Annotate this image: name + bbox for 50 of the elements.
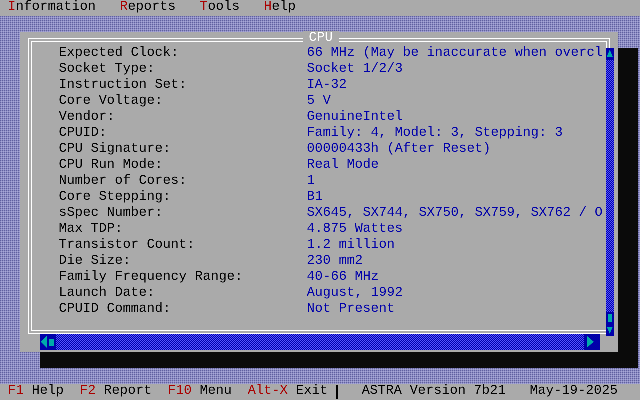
field-value: 00000433h (After Reset) bbox=[307, 142, 491, 158]
menu-item[interactable]: Tools bbox=[200, 0, 240, 16]
left-arrow-thumb-icon[interactable] bbox=[40, 334, 56, 350]
field-label: Family Frequency Range: bbox=[59, 270, 244, 286]
field-label: CPUID Command: bbox=[59, 302, 172, 318]
field-label: Core Stepping: bbox=[59, 190, 172, 206]
scroll-thumb-icon[interactable] bbox=[606, 312, 614, 324]
version-text: ASTRA Version 7b21 bbox=[362, 384, 506, 400]
field-value: 40-66 MHz bbox=[307, 270, 379, 286]
field-value: GenuineIntel bbox=[307, 110, 403, 126]
field-value: Not Present bbox=[307, 302, 395, 318]
field-label: CPU Run Mode: bbox=[59, 158, 164, 174]
vertical-scrollbar[interactable] bbox=[606, 48, 614, 336]
field-label: Socket Type: bbox=[59, 62, 156, 78]
shortcut-key[interactable]: F10 Menu bbox=[168, 384, 232, 400]
shortcut-key[interactable]: F2 Report bbox=[80, 384, 152, 400]
field-value: 4.875 Wattes bbox=[307, 222, 403, 238]
horizontal-scrollbar[interactable] bbox=[40, 334, 600, 350]
field-label: sSpec Number: bbox=[59, 206, 164, 222]
down-arrow-icon[interactable] bbox=[606, 324, 614, 336]
field-label: CPU Signature: bbox=[59, 142, 172, 158]
date-text: May-19-2025 bbox=[530, 384, 618, 400]
field-label: Expected Clock: bbox=[59, 46, 180, 62]
field-value: Real Mode bbox=[307, 158, 379, 174]
field-value: B1 bbox=[307, 190, 323, 206]
field-label: Transistor Count: bbox=[59, 238, 196, 254]
field-value: 5 V bbox=[307, 94, 331, 110]
field-label: Number of Cores: bbox=[59, 174, 188, 190]
menu-item[interactable]: Information bbox=[8, 0, 96, 16]
menu-item[interactable]: Help bbox=[264, 0, 296, 16]
up-arrow-icon[interactable] bbox=[606, 48, 614, 60]
field-value: SX645, SX744, SX750, SX759, SX762 / O bbox=[307, 206, 603, 222]
field-value: Socket 1/2/3 bbox=[307, 62, 403, 78]
field-value: Family: 4, Model: 3, Stepping: 3 bbox=[307, 126, 563, 142]
field-label: Die Size: bbox=[59, 254, 132, 270]
field-value: 66 MHz (May be inaccurate when overcl bbox=[307, 46, 603, 62]
field-label: CPUID: bbox=[59, 126, 108, 142]
field-value: IA-32 bbox=[307, 78, 347, 94]
field-label: Vendor: bbox=[59, 110, 116, 126]
field-label: Launch Date: bbox=[59, 286, 156, 302]
field-label: Instruction Set: bbox=[59, 78, 188, 94]
field-value: August, 1992 bbox=[307, 286, 403, 302]
field-value: 1.2 million bbox=[307, 238, 395, 254]
menu-item[interactable]: Reports bbox=[120, 0, 176, 16]
field-value: 230 mm2 bbox=[307, 254, 363, 270]
shortcut-key[interactable]: Alt-X Exit bbox=[248, 384, 328, 400]
field-label: Core Voltage: bbox=[59, 94, 164, 110]
field-label: Max TDP: bbox=[59, 222, 124, 238]
shortcut-key[interactable]: F1 Help bbox=[8, 384, 64, 400]
field-value: 1 bbox=[307, 174, 315, 190]
